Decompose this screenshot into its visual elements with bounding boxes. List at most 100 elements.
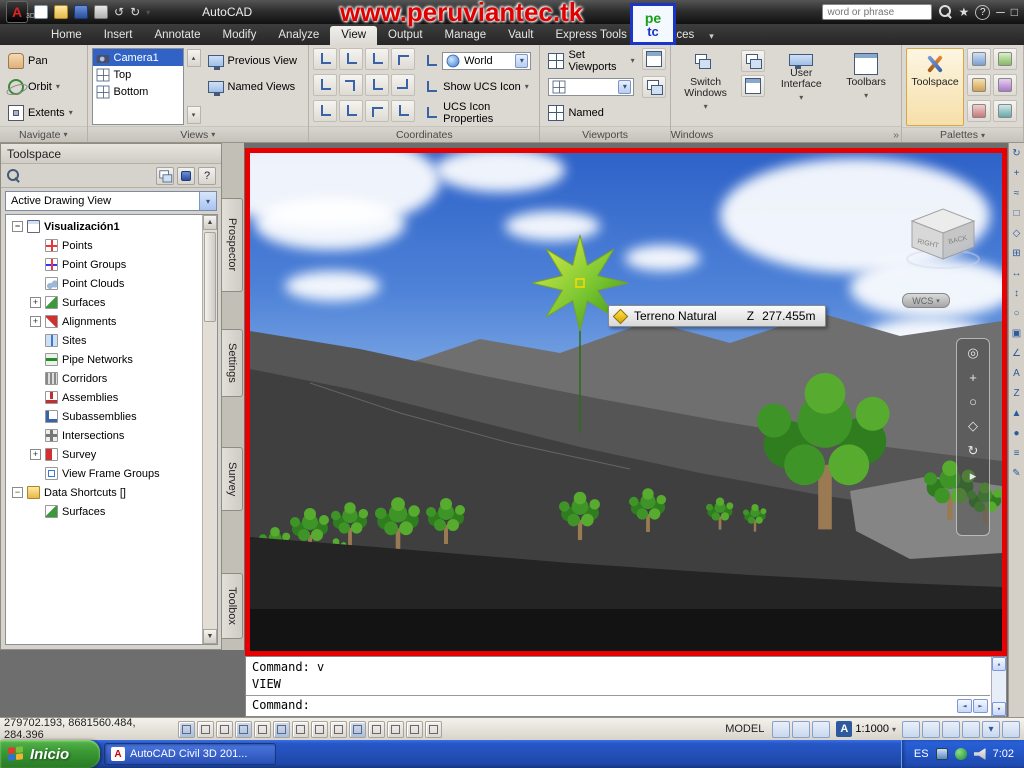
taskbar-item-autocad[interactable]: A AutoCAD Civil 3D 201...	[104, 743, 276, 765]
restore-viewports-button[interactable]	[641, 75, 666, 98]
set-viewports-button[interactable]: Set Viewports ▾	[544, 48, 638, 73]
toolbar-icon[interactable]: Z	[1013, 388, 1019, 399]
viewcube[interactable]: RIGHT BACK	[898, 201, 988, 271]
toolbar-icon[interactable]: □	[1013, 208, 1019, 219]
otrack-toggle[interactable]	[311, 720, 328, 738]
expand-icon[interactable]: +	[30, 316, 41, 327]
named-views-button[interactable]: Named Views	[204, 74, 305, 99]
panel-overflow-icon[interactable]: »	[893, 129, 899, 141]
tool-palettes-button[interactable]	[967, 74, 992, 96]
expand-icon[interactable]: +	[30, 297, 41, 308]
tab-express-tools[interactable]: Express Tools	[544, 26, 637, 45]
toolbar-icon[interactable]: ↕	[1014, 288, 1019, 299]
ucs-button[interactable]	[365, 74, 390, 96]
navigation-bar[interactable]: ◎ + ○ ◇ ↻ ▸	[956, 338, 990, 536]
scroll-down-icon[interactable]: ▼	[203, 629, 217, 644]
tree-item-drawing[interactable]: − Visualización1	[6, 217, 202, 236]
start-button[interactable]: Inicio	[0, 740, 100, 768]
switch-windows-button[interactable]: Switch Windows ▾	[677, 48, 735, 125]
palettes-panel-label[interactable]: Palettes ▾	[902, 127, 1024, 142]
tree-item-corridors[interactable]: Corridors	[6, 369, 202, 388]
wcs-button[interactable]: WCS ▾	[902, 293, 950, 308]
view-selector-dropdown-icon[interactable]: ▾	[199, 192, 216, 210]
tab-home[interactable]: Home	[40, 26, 93, 45]
polar-toggle[interactable]	[254, 720, 271, 738]
toolbar-icon[interactable]: ↔	[1012, 268, 1022, 279]
designcenter-button[interactable]	[967, 100, 992, 122]
show-ucs-icon-button[interactable]: Show UCS Icon ▾	[419, 74, 535, 99]
toolbar-icon[interactable]: ▣	[1012, 328, 1021, 339]
navbar-expand-icon[interactable]: ▸	[970, 468, 977, 484]
toolbar-icon[interactable]: ✎	[1012, 468, 1020, 479]
tab-toolbox[interactable]: Toolbox	[222, 573, 243, 639]
toolbar-icon[interactable]: +	[1014, 168, 1020, 179]
viewport-config-combo[interactable]: ▾	[548, 77, 635, 96]
lwt-toggle[interactable]	[368, 720, 385, 738]
previous-view-button[interactable]: Previous View	[204, 48, 305, 73]
scroll-thumb[interactable]	[204, 232, 216, 322]
tree-item-pipe-networks[interactable]: Pipe Networks	[6, 350, 202, 369]
full-navigation-wheel-icon[interactable]: ◎	[967, 345, 978, 361]
zoom-tool-icon[interactable]: ○	[969, 394, 977, 409]
tab-analyze[interactable]: Analyze	[267, 26, 330, 45]
toolbar-icon[interactable]: ↻	[1012, 148, 1020, 159]
quick-view-drawings-icon[interactable]	[792, 720, 811, 738]
tab-overflow-icon[interactable]: ▾	[705, 28, 718, 45]
view-selector-combo[interactable]: Active Drawing View ▾	[5, 191, 217, 211]
ucs-button[interactable]	[391, 48, 416, 70]
markup-palette-button[interactable]	[993, 100, 1018, 122]
tab-prospector[interactable]: Prospector	[222, 198, 243, 292]
scale-dropdown-icon[interactable]: ▾	[892, 725, 896, 734]
navigate-panel-label[interactable]: Navigate ▾	[0, 126, 87, 142]
view-list-item-camera1[interactable]: Camera1	[92, 49, 183, 66]
status-overflow-icon[interactable]: ▾	[982, 720, 1000, 738]
model-space-button[interactable]: MODEL	[719, 723, 770, 735]
tree-item-view-frame-groups[interactable]: View Frame Groups	[6, 464, 202, 483]
osnap-toggle[interactable]	[273, 720, 290, 738]
windows-panel-label[interactable]: Windows »	[670, 126, 902, 142]
tree-item-points[interactable]: Points	[6, 236, 202, 255]
toolbar-icon[interactable]: ∠	[1012, 348, 1021, 359]
tab-vault[interactable]: Vault	[497, 26, 544, 45]
tree-item-sites[interactable]: Sites	[6, 331, 202, 350]
command-line-window[interactable]: Command: v VIEW Command: ▴ ▾ ◄ ►	[245, 656, 1007, 717]
dyn-toggle[interactable]	[349, 720, 366, 738]
tree-item-data-shortcuts[interactable]: − Data Shortcuts []	[6, 483, 202, 502]
save-icon[interactable]	[74, 5, 88, 19]
tab-modify[interactable]: Modify	[212, 26, 268, 45]
tree-item-alignments[interactable]: + Alignments	[6, 312, 202, 331]
tab-annotate[interactable]: Annotate	[143, 26, 211, 45]
view-list-item-bottom[interactable]: Bottom	[93, 83, 183, 100]
ortho-toggle[interactable]	[235, 720, 252, 738]
undo-icon[interactable]: ↺	[114, 5, 124, 19]
scroll-left-icon[interactable]: ◄	[957, 699, 972, 713]
views-panel-label[interactable]: Views ▾	[87, 126, 309, 142]
properties-palette-button[interactable]	[967, 48, 992, 70]
scroll-up-icon[interactable]: ▲	[203, 215, 217, 230]
drawing-viewport[interactable]: Terreno Natural Z 277.455m RIGHT BACK WC…	[245, 148, 1007, 656]
taskbar-clock[interactable]: 7:02	[993, 748, 1014, 760]
views-scroll-up-icon[interactable]: ▴	[186, 49, 201, 67]
favorites-star-icon[interactable]: ★	[958, 5, 969, 19]
tree-item-intersections[interactable]: Intersections	[6, 426, 202, 445]
save-layout-icon[interactable]	[177, 166, 195, 185]
clean-screen-icon[interactable]	[1002, 720, 1020, 738]
cascade-windows-button[interactable]	[741, 50, 766, 72]
ucs-button[interactable]	[339, 48, 364, 70]
toolbar-icon[interactable]: ▲	[1012, 408, 1022, 419]
tree-item-ds-surfaces[interactable]: Surfaces	[6, 502, 202, 521]
toolbar-icon[interactable]: ●	[1013, 428, 1019, 439]
snap-toggle[interactable]	[197, 720, 214, 738]
scroll-right-icon[interactable]: ►	[973, 699, 988, 713]
qp-toggle[interactable]	[406, 720, 423, 738]
grid-toggle[interactable]	[216, 720, 233, 738]
viewports-panel-label[interactable]: Viewports	[540, 126, 670, 142]
extents-dropdown-icon[interactable]: ▾	[69, 108, 73, 117]
toolbar-icon[interactable]: A	[1013, 368, 1020, 379]
tab-manage[interactable]: Manage	[434, 26, 498, 45]
toolbars-button[interactable]: Toolbars ▾	[837, 48, 895, 125]
annotation-scale-control[interactable]: A 1:1000 ▾	[832, 721, 900, 737]
tab-view[interactable]: View	[330, 26, 378, 45]
orbit-tool-icon[interactable]: ◇	[968, 418, 978, 434]
open-file-icon[interactable]	[54, 5, 68, 19]
